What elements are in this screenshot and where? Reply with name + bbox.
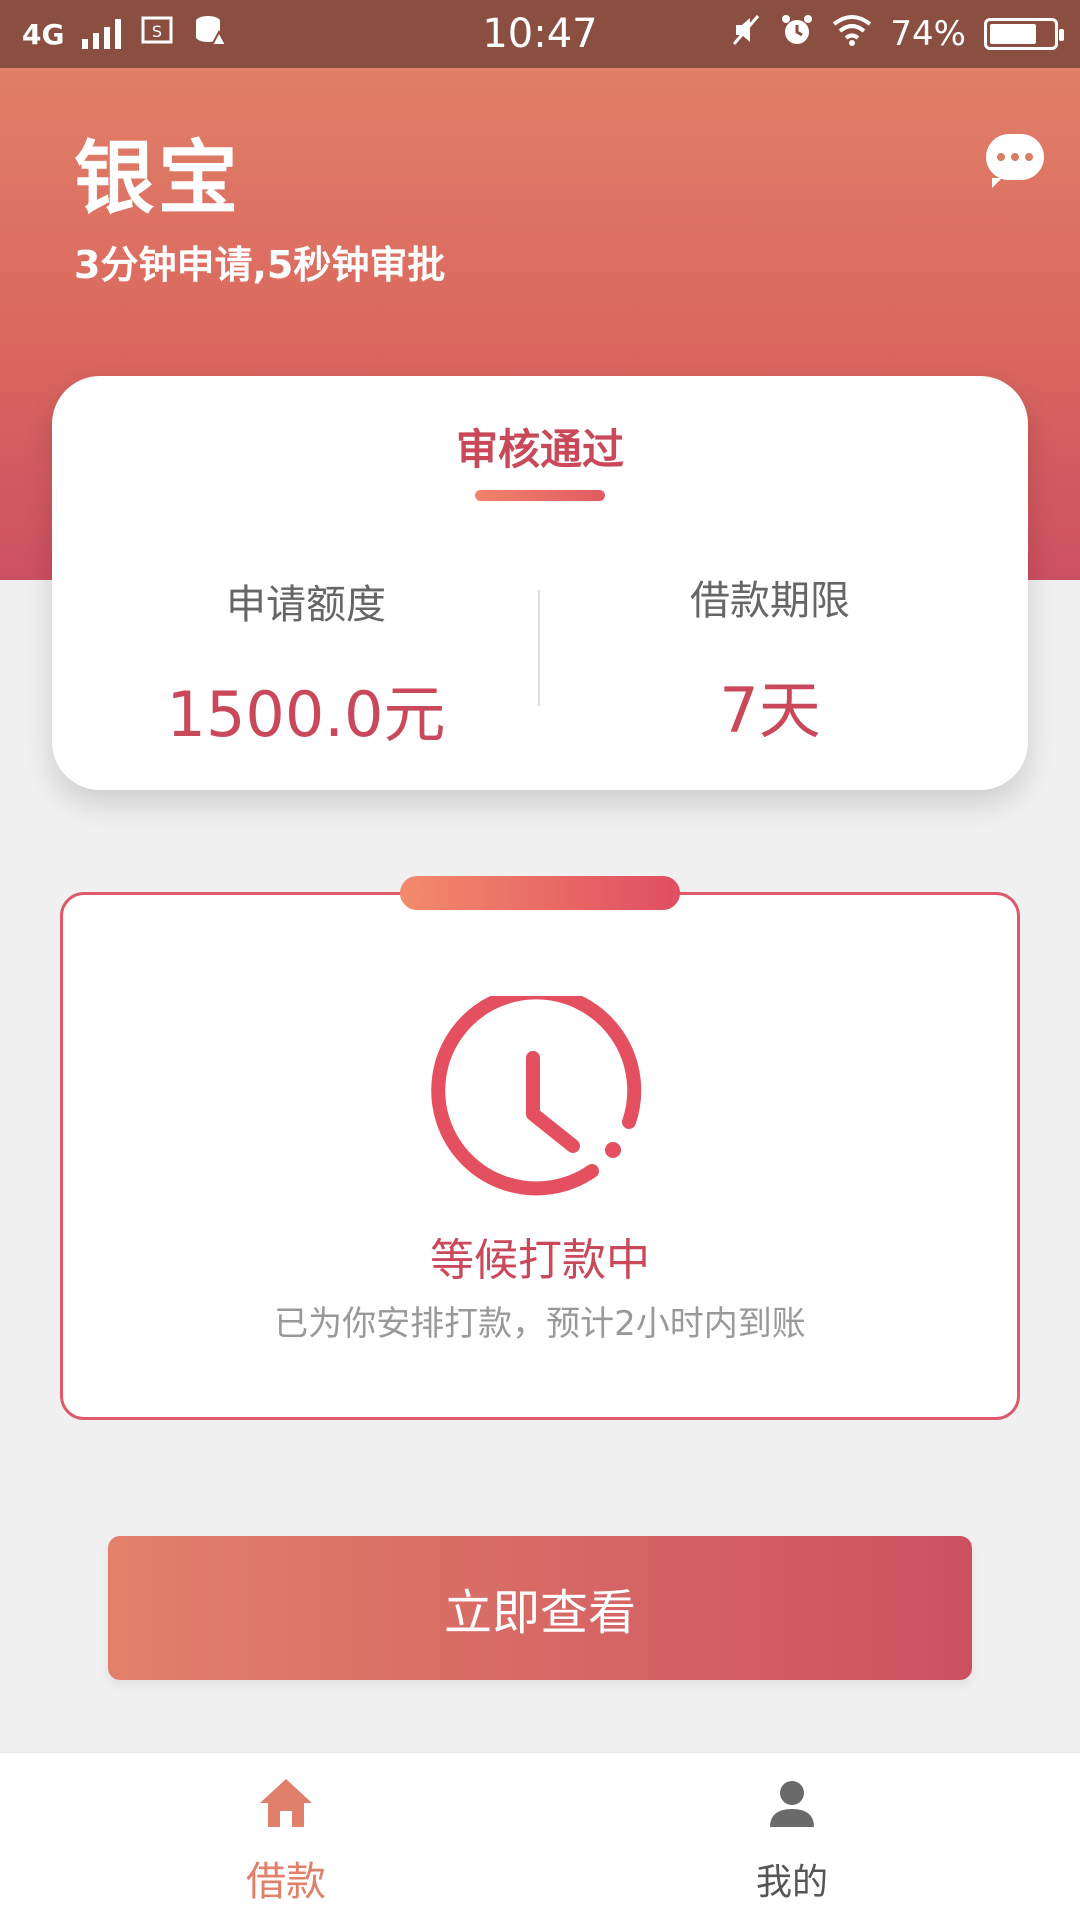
bottom-nav: 借款 我的 (0, 1752, 1080, 1920)
amount-label: 申请额度 (226, 582, 386, 628)
app-subtitle: 3分钟申请,5秒钟审批 (74, 243, 446, 287)
chat-bubble-icon[interactable] (986, 134, 1044, 188)
amount-stat: 申请额度 1500.0元 (96, 572, 516, 754)
status-underline (475, 490, 605, 501)
mute-icon (730, 14, 762, 55)
nav-item-mine[interactable]: 我的 (642, 1753, 942, 1920)
app-screen: 4G S 10:47 74% 银宝 3分钟申请,5秒钟审批 审核通过 申请额度 … (0, 0, 1080, 1920)
status-left: 4G S (22, 14, 402, 55)
status-time: 10:47 (482, 11, 598, 57)
nav-label-loan: 借款 (246, 1859, 326, 1905)
home-icon (258, 1775, 314, 1831)
screenshot-icon: S (139, 14, 175, 55)
status-bar: 4G S 10:47 74% (0, 0, 1080, 68)
alarm-icon (780, 13, 814, 56)
payout-status-title: 等候打款中 (430, 1235, 650, 1286)
term-label: 借款期限 (690, 578, 850, 624)
status-right: 74% (678, 13, 1064, 56)
data-icon (193, 14, 229, 55)
approval-status: 审核通过 (455, 425, 624, 474)
clock-icon (431, 985, 647, 1212)
amount-value: 1500.0元 (166, 678, 446, 751)
svg-text:S: S (152, 22, 162, 41)
view-now-button[interactable]: 立即查看 (108, 1536, 972, 1680)
loan-summary-card: 审核通过 申请额度 1500.0元 借款期限 7天 (52, 376, 1028, 790)
card-tab-decoration (400, 876, 680, 910)
battery-icon (984, 18, 1064, 50)
card-divider (538, 590, 540, 706)
nav-item-loan[interactable]: 借款 (136, 1753, 436, 1920)
nav-label-mine: 我的 (755, 1862, 828, 1903)
signal-icon (82, 19, 122, 49)
term-value: 7天 (719, 674, 821, 747)
payout-status-description: 已为你安排打款，预计2小时内到账 (274, 1304, 806, 1344)
battery-percent: 74% (890, 14, 966, 54)
user-icon (764, 1775, 820, 1831)
network-type: 4G (22, 17, 65, 51)
app-title: 银宝 (74, 132, 242, 225)
term-stat: 借款期限 7天 (560, 568, 980, 750)
wifi-icon (832, 14, 872, 55)
